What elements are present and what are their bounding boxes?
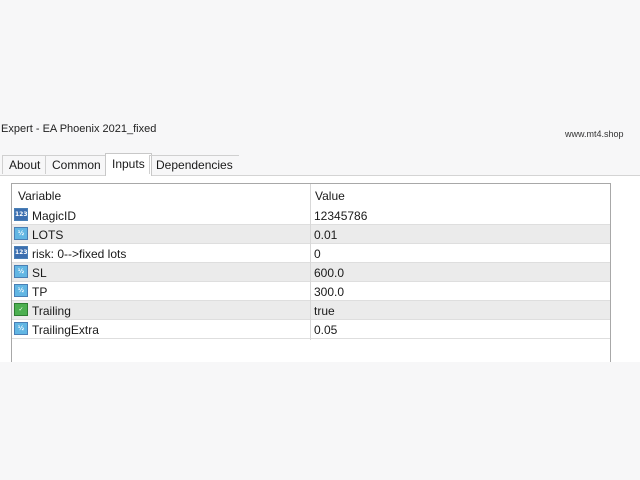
tab-inputs[interactable]: Inputs: [105, 153, 152, 176]
int-icon: 123: [14, 208, 28, 221]
input-value[interactable]: 0: [314, 247, 321, 261]
tab-about[interactable]: About: [2, 155, 47, 174]
double-icon: ½: [14, 322, 28, 335]
input-value[interactable]: 0.05: [314, 323, 337, 337]
input-value[interactable]: 12345786: [314, 209, 367, 223]
input-row-magicid[interactable]: 123 MagicID 12345786: [12, 206, 610, 225]
double-icon: ½: [14, 265, 28, 278]
input-name: MagicID: [32, 209, 77, 223]
tab-common[interactable]: Common: [45, 155, 107, 174]
input-row-sl[interactable]: ½ SL 600.0: [12, 263, 610, 282]
input-name: SL: [32, 266, 47, 280]
tab-dependencies[interactable]: Dependencies: [149, 155, 239, 174]
watermark-text: www.mt4.shop: [565, 129, 624, 139]
column-separator[interactable]: [310, 184, 311, 340]
input-row-risk[interactable]: 123 risk: 0-->fixed lots 0: [12, 244, 610, 263]
double-icon: ½: [14, 227, 28, 240]
inputs-panel: Variable Value 123 MagicID 12345786 ½ LO…: [0, 176, 640, 362]
tab-bar: About Common Inputs Dependencies: [0, 153, 640, 176]
inputs-grid: Variable Value 123 MagicID 12345786 ½ LO…: [11, 183, 611, 362]
column-header-value[interactable]: Value: [315, 189, 345, 203]
input-name: risk: 0-->fixed lots: [32, 247, 127, 261]
double-icon: ½: [14, 284, 28, 297]
window-title: Expert - EA Phoenix 2021_fixed: [1, 123, 157, 135]
input-row-trailing[interactable]: ✓ Trailing true: [12, 301, 610, 320]
input-row-lots[interactable]: ½ LOTS 0.01: [12, 225, 610, 244]
input-row-tp[interactable]: ½ TP 300.0: [12, 282, 610, 301]
input-name: TrailingExtra: [32, 323, 99, 337]
grid-header: Variable Value: [12, 184, 610, 206]
expert-properties-dialog: Expert - EA Phoenix 2021_fixed www.mt4.s…: [0, 0, 640, 480]
input-row-trailingextra[interactable]: ½ TrailingExtra 0.05: [12, 320, 610, 339]
input-value[interactable]: 600.0: [314, 266, 344, 280]
int-icon: 123: [14, 246, 28, 259]
input-value[interactable]: true: [314, 304, 335, 318]
input-value[interactable]: 0.01: [314, 228, 337, 242]
input-name: Trailing: [32, 304, 71, 318]
input-name: TP: [32, 285, 48, 299]
column-header-variable[interactable]: Variable: [18, 189, 61, 203]
input-value[interactable]: 300.0: [314, 285, 344, 299]
input-name: LOTS: [32, 228, 64, 242]
bool-icon: ✓: [14, 303, 28, 316]
